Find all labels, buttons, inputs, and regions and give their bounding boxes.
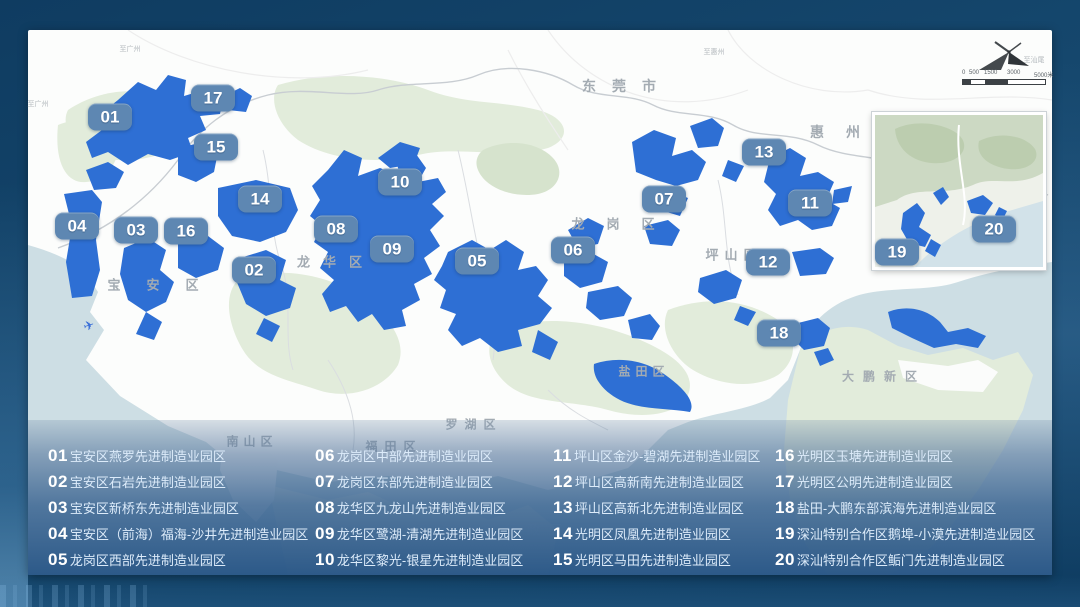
scale-label: 5000米 [1034, 70, 1053, 79]
scale-bar-labels: 0500150030005000米 [962, 70, 1046, 78]
scale-segment [971, 80, 985, 84]
scale-segment [1008, 80, 1045, 84]
scale-segment [985, 80, 1008, 84]
scale-bar: 0500150030005000米 [962, 70, 1046, 88]
left-edge-glow [0, 0, 28, 607]
scale-segment [963, 80, 971, 84]
bottom-edge-glow [0, 575, 1080, 607]
scale-bar-segments [962, 79, 1046, 85]
skyline-decoration [0, 585, 150, 607]
inset-terrain [875, 115, 1043, 267]
inset-map-shenshan [872, 112, 1046, 270]
scale-label: 3000 [1007, 70, 1020, 76]
legend-panel [28, 420, 1052, 575]
poster: 0500150030005000米 东莞市惠州宝安区龙华区龙岗区坪山区南山区福田… [0, 0, 1080, 607]
scale-label: 500 [969, 70, 979, 76]
scale-label: 0 [962, 70, 965, 76]
scale-label: 1500 [984, 70, 997, 76]
right-edge-glow [1052, 0, 1080, 607]
